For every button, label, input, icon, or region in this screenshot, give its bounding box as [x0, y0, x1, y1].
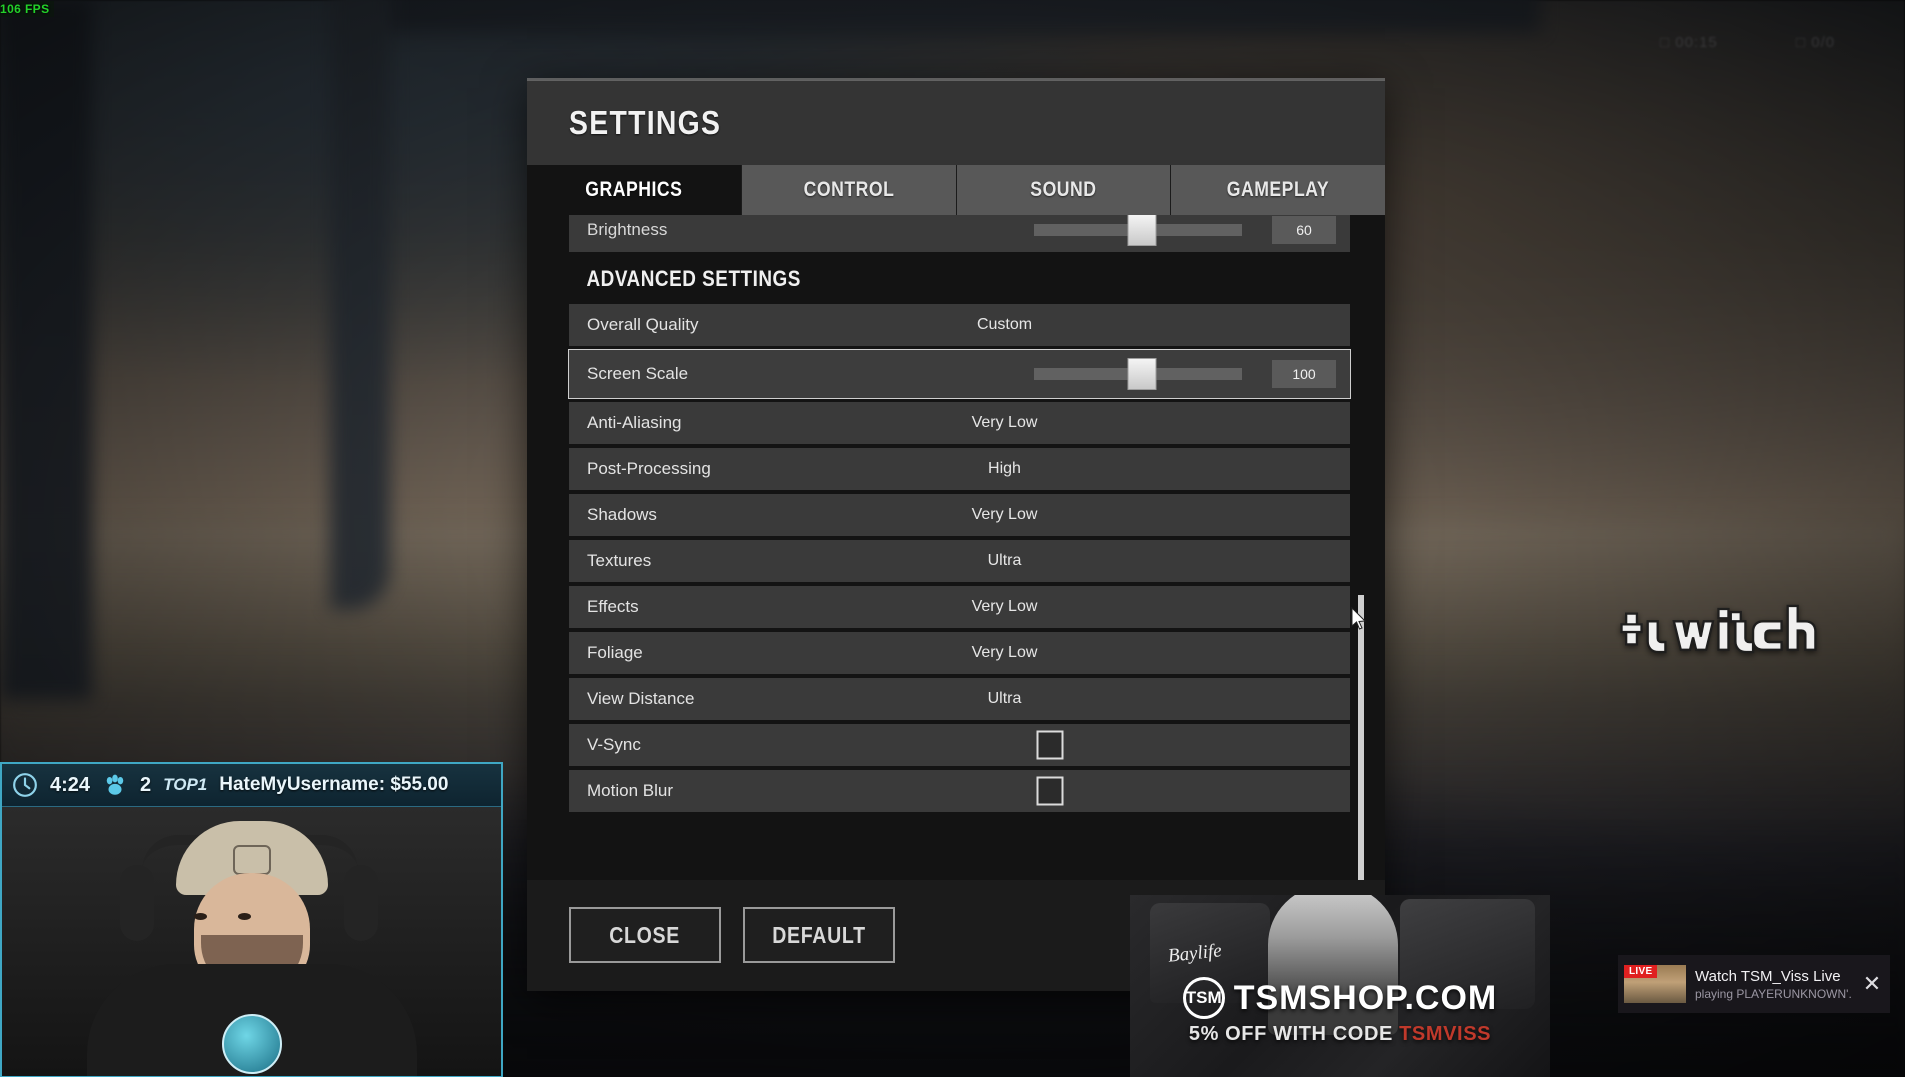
setting-row-anti-aliasing[interactable]: Anti-Aliasing Very Low	[569, 402, 1350, 444]
setting-value: Very Low	[971, 598, 1038, 615]
setting-label: Shadows	[587, 505, 657, 524]
setting-value: High	[988, 460, 1021, 477]
setting-label: Textures	[587, 551, 652, 570]
banner-promo: 5% OFF WITH CODE TSMVISS	[1130, 1023, 1550, 1046]
screen: 106 FPS □ 00:15 □ 0/0 SETTINGS GRAPHICS …	[0, 0, 1905, 1077]
settings-body: Brightness 60 ADVANCED SETTINGS Overall …	[527, 215, 1385, 880]
tab-graphics-label: GRAPHICS	[585, 178, 683, 201]
setting-label: View Distance	[587, 689, 695, 708]
setting-row-screen-scale[interactable]: Screen Scale 100	[568, 349, 1351, 399]
setting-value: Very Low	[971, 506, 1038, 523]
settings-list: Overall Quality Custom Screen Scale 100 Anti…	[527, 304, 1385, 812]
tab-control[interactable]: CONTROL	[741, 165, 957, 215]
settings-scrollbar[interactable]	[1358, 595, 1364, 880]
toast-text: Watch TSM_Viss Live playing PLAYERUNKNOW…	[1695, 968, 1851, 1001]
setting-checkbox[interactable]	[1036, 730, 1063, 760]
stream-timer: 4:24	[50, 773, 91, 796]
fps-counter: 106 FPS	[0, 1, 54, 17]
setting-row-view-distance[interactable]: View Distance Ultra	[569, 678, 1350, 720]
clock-icon	[13, 773, 37, 797]
twitch-logo-watermark	[1620, 598, 1820, 660]
default-button[interactable]: DEFAULT	[743, 907, 895, 963]
headset-earcup-left	[120, 865, 154, 941]
tab-gameplay[interactable]: GAMEPLAY	[1171, 165, 1385, 215]
stream-logo-icon	[221, 1014, 282, 1074]
hud-players: □ 0/0	[1796, 34, 1836, 51]
brightness-slider[interactable]	[1034, 215, 1242, 246]
streamer-eye-right	[238, 913, 251, 920]
setting-value: Custom	[976, 316, 1033, 333]
toast-subtitle: playing PLAYERUNKNOWN'...	[1695, 986, 1851, 1001]
setting-value: Ultra	[987, 552, 1022, 569]
setting-row-brightness[interactable]: Brightness 60	[569, 215, 1350, 252]
setting-label: Anti-Aliasing	[587, 413, 682, 432]
webcam-video	[2, 807, 501, 1076]
setting-label: Post-Processing	[587, 459, 711, 478]
setting-slider[interactable]	[1034, 358, 1242, 390]
top1-badge: TOP1	[163, 775, 207, 795]
setting-value: Very Low	[971, 414, 1038, 431]
window-top-accent	[527, 78, 1385, 81]
tab-sound[interactable]: SOUND	[956, 165, 1172, 215]
donation-ticker: HateMyUsername: $55.00	[219, 774, 449, 795]
webcam-overlay: 4:24 2 TOP1 HateMyUsername: $55.00	[0, 762, 503, 1077]
setting-row-effects[interactable]: Effects Very Low	[569, 586, 1350, 628]
brightness-value: 60	[1272, 216, 1336, 244]
section-heading-advanced-label: ADVANCED SETTINGS	[586, 266, 801, 291]
tsm-logo-icon: TSM	[1182, 977, 1225, 1019]
tab-sound-label: SOUND	[1030, 178, 1097, 201]
setting-slider-thumb[interactable]	[1127, 358, 1157, 390]
headset-earcup-right	[344, 865, 378, 941]
twitch-live-toast[interactable]: LIVE Watch TSM_Viss Live playing PLAYERU…	[1618, 955, 1890, 1013]
top1-label: TOP1	[163, 775, 208, 794]
setting-row-textures[interactable]: Textures Ultra	[569, 540, 1350, 582]
tab-control-label: CONTROL	[803, 178, 894, 201]
banner-logo-line: TSM TSMSHOP.COM	[1130, 977, 1550, 1019]
tab-graphics[interactable]: GRAPHICS	[527, 165, 742, 215]
stream-stats-bar: 4:24 2 TOP1 HateMyUsername: $55.00	[2, 764, 501, 807]
close-button[interactable]: CLOSE	[569, 907, 721, 963]
setting-label: Screen Scale	[587, 364, 689, 383]
setting-checkbox[interactable]	[1036, 776, 1063, 806]
setting-label: Effects	[587, 597, 639, 616]
settings-tabs: GRAPHICS CONTROL SOUND GAMEPLAY	[527, 165, 1385, 215]
banner-promo-code: TSMVISS	[1399, 1023, 1492, 1045]
setting-value: Very Low	[971, 644, 1038, 661]
tsmshop-banner: Baylife TSM TSMSHOP.COM 5% OFF WITH CODE…	[1130, 895, 1550, 1077]
setting-label: V-Sync	[587, 735, 641, 754]
setting-row-v-sync[interactable]: V-Sync	[569, 724, 1350, 766]
toast-thumbnail: LIVE	[1624, 965, 1686, 1003]
toast-title: Watch TSM_Viss Live	[1695, 967, 1841, 985]
setting-row-post-processing[interactable]: Post-Processing High	[569, 448, 1350, 490]
window-header: SETTINGS	[527, 80, 1385, 165]
setting-label-brightness: Brightness	[587, 220, 668, 239]
setting-slider-value: 100	[1272, 360, 1336, 388]
section-heading-advanced: ADVANCED SETTINGS	[527, 252, 1385, 304]
streamer-eye-left	[194, 913, 207, 920]
default-button-label: DEFAULT	[772, 921, 866, 948]
live-badge: LIVE	[1624, 965, 1658, 978]
setting-row-foliage[interactable]: Foliage Very Low	[569, 632, 1350, 674]
setting-label: Motion Blur	[587, 781, 673, 800]
hud-timer: □ 00:15	[1660, 34, 1718, 51]
setting-label: Overall Quality	[587, 315, 699, 334]
banner-promo-prefix: 5% OFF WITH CODE	[1188, 1023, 1400, 1045]
kill-count: 2	[140, 773, 152, 796]
settings-window: SETTINGS GRAPHICS CONTROL SOUND GAMEPLAY…	[527, 78, 1385, 991]
close-button-label: CLOSE	[609, 921, 681, 948]
brightness-slider-thumb[interactable]	[1127, 215, 1157, 246]
setting-row-shadows[interactable]: Shadows Very Low	[569, 494, 1350, 536]
cap-logo	[232, 845, 271, 875]
setting-row-motion-blur[interactable]: Motion Blur	[569, 770, 1350, 812]
setting-label: Foliage	[587, 643, 643, 662]
banner-url: TSMSHOP.COM	[1233, 978, 1498, 1017]
page-title: SETTINGS	[569, 103, 722, 141]
paw-icon	[106, 774, 124, 795]
setting-row-overall-quality[interactable]: Overall Quality Custom	[569, 304, 1350, 346]
close-icon[interactable]: ✕	[1860, 971, 1884, 997]
tab-gameplay-label: GAMEPLAY	[1226, 178, 1330, 201]
setting-value: Ultra	[987, 690, 1022, 707]
